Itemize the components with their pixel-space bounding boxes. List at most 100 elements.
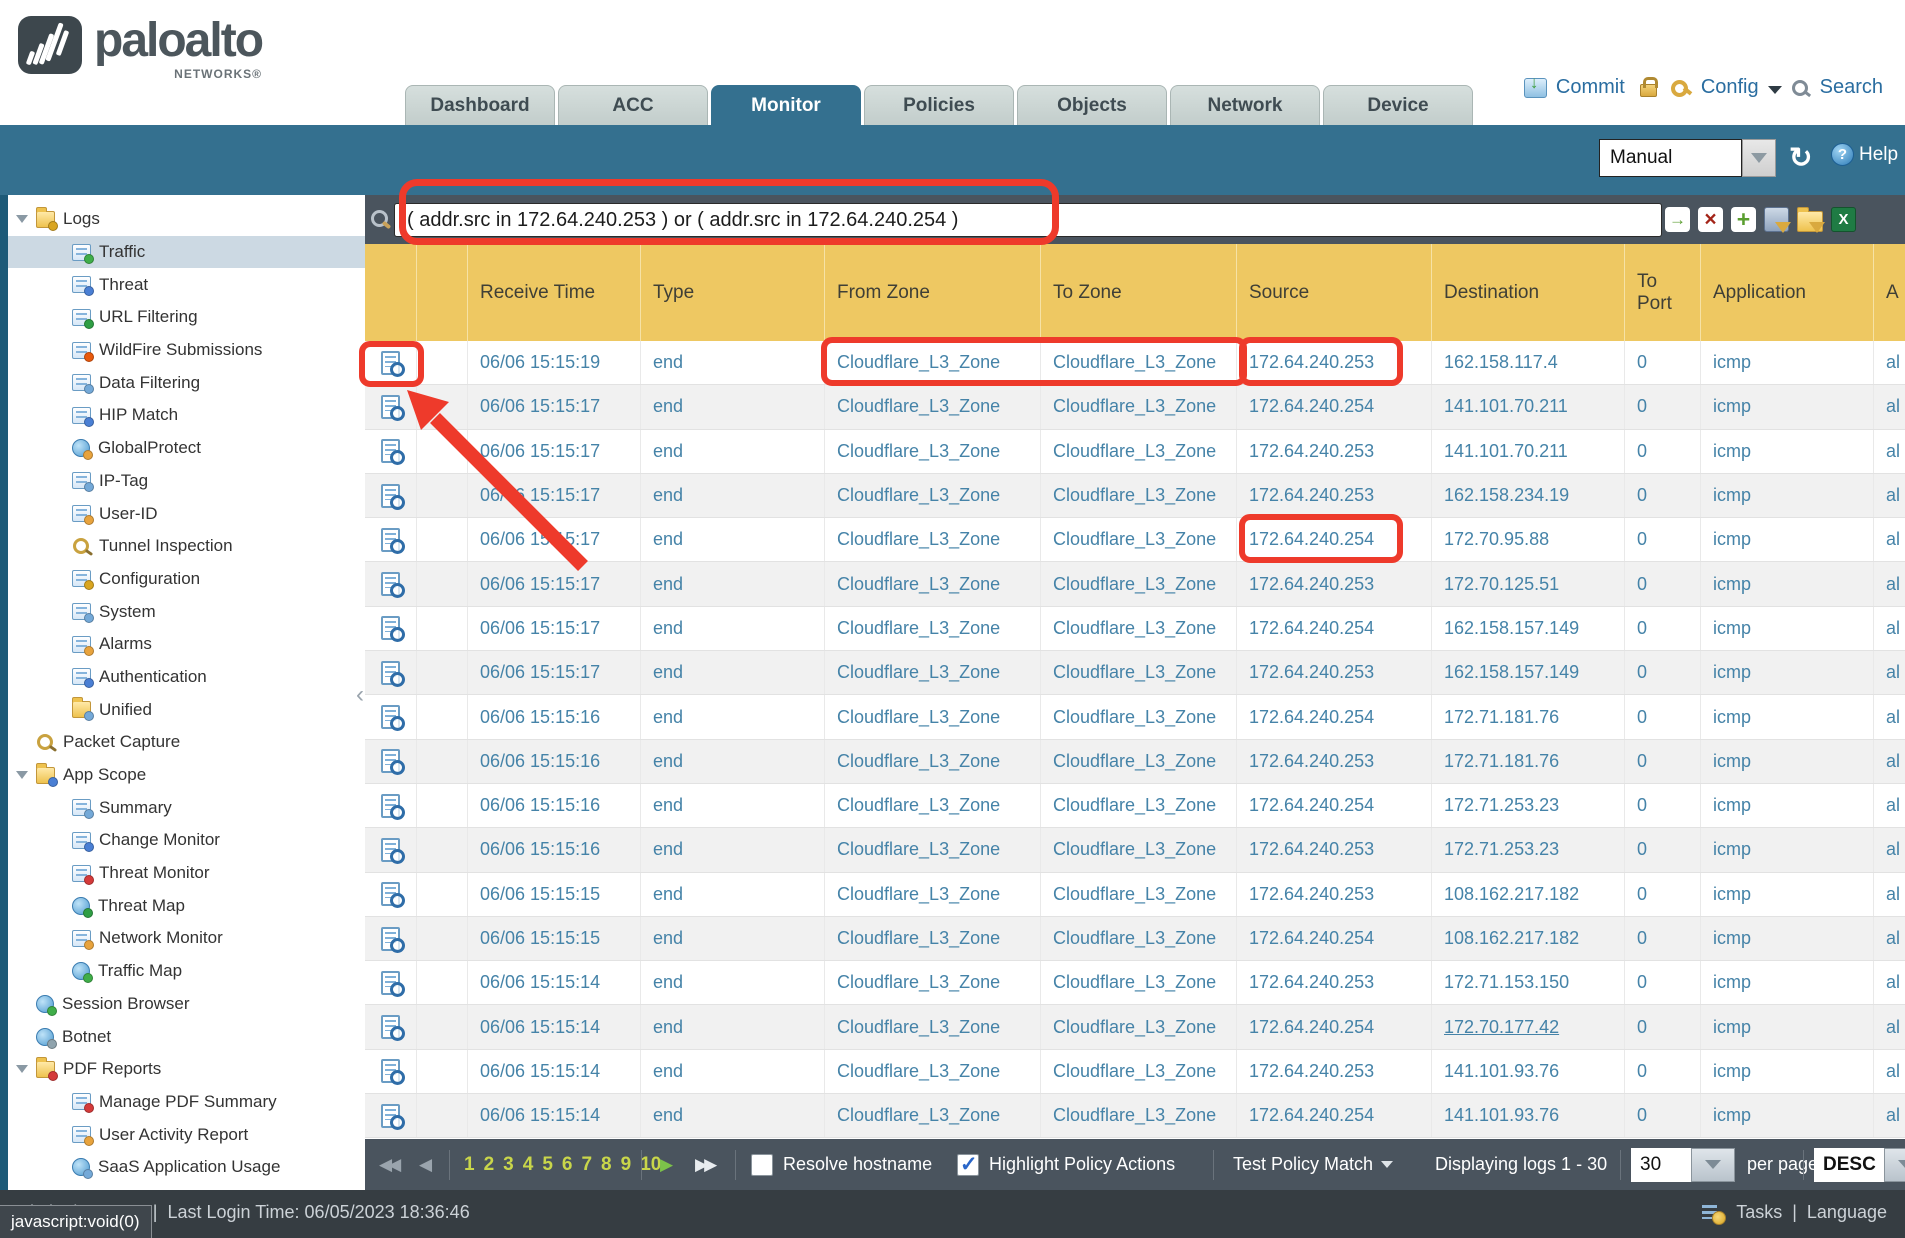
cell-from-zone[interactable]: Cloudflare_L3_Zone: [825, 695, 1041, 738]
cell-source[interactable]: 172.64.240.254: [1237, 695, 1432, 738]
log-detail-icon[interactable]: [381, 616, 400, 640]
tab-network[interactable]: Network: [1170, 85, 1320, 125]
tab-dashboard[interactable]: Dashboard: [405, 85, 555, 125]
cell-source[interactable]: 172.64.240.254: [1237, 784, 1432, 827]
cell-application[interactable]: icmp: [1701, 1094, 1874, 1137]
cell-to-port[interactable]: 0: [1625, 341, 1701, 384]
cell-source[interactable]: 172.64.240.253: [1237, 1050, 1432, 1093]
log-detail-icon[interactable]: [381, 882, 400, 906]
sort-order-dropdown-button[interactable]: [1884, 1148, 1905, 1182]
sidebar-item-user-activity-report[interactable]: User Activity Report: [8, 1118, 365, 1151]
refresh-mode-select[interactable]: Manual: [1599, 139, 1742, 177]
cell-to-zone[interactable]: Cloudflare_L3_Zone: [1041, 518, 1237, 561]
cell-application[interactable]: icmp: [1701, 474, 1874, 517]
sidebar-item-configuration[interactable]: Configuration: [8, 563, 365, 596]
cell-destination[interactable]: 141.101.70.211: [1432, 385, 1625, 428]
column-header-destination[interactable]: Destination: [1432, 244, 1625, 341]
last-page-icon[interactable]: ▶▶: [695, 1155, 713, 1175]
page-size-dropdown-button[interactable]: [1691, 1148, 1735, 1182]
cell-to-zone[interactable]: Cloudflare_L3_Zone: [1041, 1050, 1237, 1093]
cell-to-port[interactable]: 0: [1625, 961, 1701, 1004]
cell-to-zone[interactable]: Cloudflare_L3_Zone: [1041, 1094, 1237, 1137]
load-filter-icon[interactable]: [1797, 211, 1823, 232]
cell-application[interactable]: icmp: [1701, 651, 1874, 694]
add-filter-icon[interactable]: +: [1731, 207, 1756, 232]
tab-acc[interactable]: ACC: [558, 85, 708, 125]
sidebar-item-packet-capture[interactable]: Packet Capture: [8, 726, 365, 759]
sidebar-item-session-browser[interactable]: Session Browser: [8, 988, 365, 1021]
cell-application[interactable]: icmp: [1701, 607, 1874, 650]
cell-from-zone[interactable]: Cloudflare_L3_Zone: [825, 1005, 1041, 1048]
column-header-source[interactable]: Source: [1237, 244, 1432, 341]
log-detail-icon[interactable]: [381, 661, 400, 685]
cell-source[interactable]: 172.64.240.254: [1237, 385, 1432, 428]
cell-to-zone[interactable]: Cloudflare_L3_Zone: [1041, 828, 1237, 871]
log-detail-icon[interactable]: [381, 794, 400, 818]
cell-destination[interactable]: 108.162.217.182: [1432, 917, 1625, 960]
cell-to-port[interactable]: 0: [1625, 651, 1701, 694]
tab-policies[interactable]: Policies: [864, 85, 1014, 125]
cell-source[interactable]: 172.64.240.253: [1237, 341, 1432, 384]
column-header-action-clipped[interactable]: A: [1874, 244, 1905, 341]
resolve-hostname-checkbox[interactable]: [751, 1154, 773, 1176]
log-detail-icon[interactable]: [381, 351, 400, 375]
cell-to-port[interactable]: 0: [1625, 1050, 1701, 1093]
column-header-receive-time[interactable]: Receive Time: [468, 244, 641, 341]
sidebar-item-summary[interactable]: Summary: [8, 791, 365, 824]
cell-destination[interactable]: 162.158.157.149: [1432, 607, 1625, 650]
sidebar-item-threat-map[interactable]: Threat Map: [8, 889, 365, 922]
log-detail-icon[interactable]: [381, 749, 400, 773]
cell-to-zone[interactable]: Cloudflare_L3_Zone: [1041, 740, 1237, 783]
lock-icon[interactable]: [1640, 84, 1657, 97]
cell-destination[interactable]: 172.71.253.23: [1432, 784, 1625, 827]
help-icon[interactable]: ?: [1831, 143, 1854, 166]
previous-page-icon[interactable]: ◀: [419, 1155, 428, 1175]
cell-from-zone[interactable]: Cloudflare_L3_Zone: [825, 1050, 1041, 1093]
log-detail-icon[interactable]: [381, 1059, 400, 1083]
log-detail-icon[interactable]: [381, 1104, 400, 1128]
cell-to-port[interactable]: 0: [1625, 873, 1701, 916]
cell-source[interactable]: 172.64.240.253: [1237, 562, 1432, 605]
sidebar-item-botnet[interactable]: Botnet: [8, 1020, 365, 1053]
tab-objects[interactable]: Objects: [1017, 85, 1167, 125]
config-dropdown-caret-icon[interactable]: [1768, 86, 1782, 94]
sidebar-item-pdf-reports[interactable]: PDF Reports: [8, 1053, 365, 1086]
cell-from-zone[interactable]: Cloudflare_L3_Zone: [825, 607, 1041, 650]
cell-to-zone[interactable]: Cloudflare_L3_Zone: [1041, 385, 1237, 428]
column-header-from-zone[interactable]: From Zone: [825, 244, 1041, 341]
cell-application[interactable]: icmp: [1701, 873, 1874, 916]
cell-to-zone[interactable]: Cloudflare_L3_Zone: [1041, 562, 1237, 605]
sidebar-item-threat-monitor[interactable]: Threat Monitor: [8, 857, 365, 890]
cell-to-port[interactable]: 0: [1625, 607, 1701, 650]
cell-application[interactable]: icmp: [1701, 385, 1874, 428]
cell-to-port[interactable]: 0: [1625, 917, 1701, 960]
cell-from-zone[interactable]: Cloudflare_L3_Zone: [825, 1094, 1041, 1137]
cell-application[interactable]: icmp: [1701, 1005, 1874, 1048]
sidebar-item-change-monitor[interactable]: Change Monitor: [8, 824, 365, 857]
sidebar-item-app-scope[interactable]: App Scope: [8, 759, 365, 792]
log-detail-icon[interactable]: [381, 528, 400, 552]
cell-to-port[interactable]: 0: [1625, 784, 1701, 827]
cell-source[interactable]: 172.64.240.253: [1237, 651, 1432, 694]
cell-source[interactable]: 172.64.240.254: [1237, 518, 1432, 561]
log-detail-icon[interactable]: [381, 705, 400, 729]
tab-monitor[interactable]: Monitor: [711, 85, 861, 125]
cell-destination[interactable]: 141.101.70.211: [1432, 430, 1625, 473]
cell-source[interactable]: 172.64.240.253: [1237, 828, 1432, 871]
cell-application[interactable]: icmp: [1701, 917, 1874, 960]
cell-to-zone[interactable]: Cloudflare_L3_Zone: [1041, 474, 1237, 517]
page-number-1[interactable]: 1: [464, 1154, 475, 1176]
commit-button[interactable]: Commit: [1556, 76, 1625, 99]
cell-from-zone[interactable]: Cloudflare_L3_Zone: [825, 474, 1041, 517]
log-detail-icon[interactable]: [381, 1015, 400, 1039]
page-number-7[interactable]: 7: [581, 1154, 592, 1176]
sidebar-item-logs[interactable]: Logs: [8, 203, 365, 236]
sidebar-item-manage-pdf-summary[interactable]: Manage PDF Summary: [8, 1086, 365, 1119]
search-button[interactable]: Search: [1820, 76, 1883, 99]
refresh-icon[interactable]: [1789, 141, 1812, 174]
page-number-5[interactable]: 5: [542, 1154, 553, 1176]
column-header-type[interactable]: Type: [641, 244, 825, 341]
cell-from-zone[interactable]: Cloudflare_L3_Zone: [825, 385, 1041, 428]
cell-source[interactable]: 172.64.240.254: [1237, 1005, 1432, 1048]
export-csv-icon[interactable]: X: [1831, 207, 1856, 232]
